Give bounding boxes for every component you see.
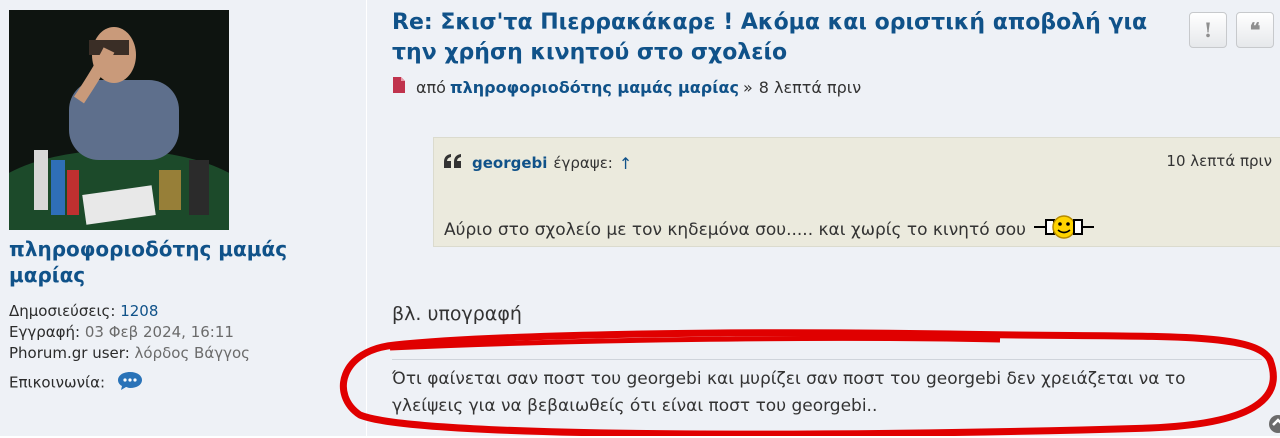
joined-row: Εγγραφή: 03 Φεβ 2024, 16:11	[9, 323, 234, 341]
quote-button[interactable]: ❝	[1236, 12, 1274, 48]
smiley-icon	[1032, 214, 1096, 245]
joined-value: 03 Φεβ 2024, 16:11	[84, 323, 234, 341]
post-author-line: από πληροφοριοδότης μαμάς μαρίας » 8 λεπ…	[392, 76, 861, 98]
profile-divider	[366, 0, 367, 436]
post-profile: πληροφοριοδότης μαμάς μαρίας Δημοσιεύσει…	[0, 0, 366, 436]
posts-count-row: Δημοσιεύσεις: 1208	[9, 302, 158, 320]
quote-author-link[interactable]: georgebi	[472, 154, 547, 172]
quote-wrote-label: έγραψε:	[553, 154, 613, 172]
signature-divider	[392, 359, 1262, 360]
quote-text-row: Αύριο στο σχολείο με τον κηδεμόνα σου...…	[444, 214, 1096, 245]
phorum-user-label: Phorum.gr user:	[9, 344, 130, 362]
report-button[interactable]: !	[1189, 12, 1227, 48]
joined-label: Εγγραφή:	[9, 323, 81, 341]
contact-row: Επικοινωνία:	[9, 370, 144, 396]
post-text: βλ. υπογραφή	[392, 303, 522, 325]
quote-header: georgebi έγραψε: ↑	[442, 152, 632, 174]
quote-source-link[interactable]: ↑	[619, 154, 632, 173]
post-time: 8 λεπτά πριν	[758, 77, 862, 97]
quote-text: Αύριο στο σχολείο με τον κηδεμόνα σου...…	[444, 219, 1027, 240]
posts-label: Δημοσιεύσεις:	[9, 302, 116, 320]
top-arrow-icon[interactable]	[1268, 414, 1280, 434]
post-author-link[interactable]: πληροφοριοδότης μαμάς μαρίας	[450, 78, 739, 97]
post-title[interactable]: Re: Σκισ'τα Πιερρακάκαρε ! Ακόμα και ορι…	[392, 8, 1172, 68]
quote-button-label: ❝	[1249, 18, 1261, 42]
posts-count-link[interactable]: 1208	[120, 302, 158, 320]
quote-block: georgebi έγραψε: ↑ 10 λεπτά πριν Αύριο σ…	[433, 137, 1280, 247]
avatar-image	[9, 10, 229, 230]
file-icon[interactable]	[392, 76, 406, 98]
contact-label: Επικοινωνία:	[9, 373, 106, 392]
post-container: πληροφοριοδότης μαμάς μαρίας Δημοσιεύσει…	[0, 0, 1280, 436]
author-separator: »	[742, 77, 753, 97]
profile-username[interactable]: πληροφοριοδότης μαμάς μαρίας	[9, 236, 309, 288]
phorum-user-value: λόρδος Βάγγος	[134, 344, 250, 362]
by-label: από	[416, 77, 446, 97]
quote-time: 10 λεπτά πριν	[1166, 152, 1272, 170]
quote-icon	[442, 152, 464, 174]
chat-bubble-icon[interactable]	[116, 370, 144, 396]
report-label: !	[1203, 18, 1213, 42]
avatar[interactable]	[9, 10, 229, 230]
signature-text: Ότι φαίνεται σαν ποστ του georgebi και μ…	[392, 369, 1186, 416]
phorum-user-row: Phorum.gr user: λόρδος Βάγγος	[9, 344, 250, 362]
